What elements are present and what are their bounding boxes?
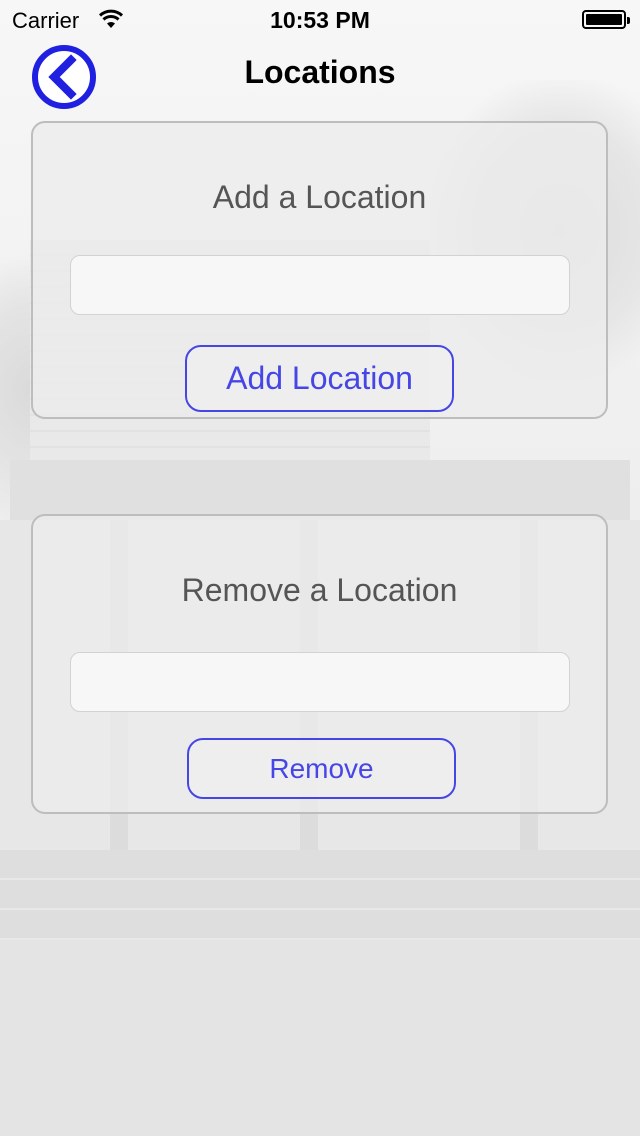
- add-location-input[interactable]: [70, 255, 570, 315]
- status-bar: Carrier 10:53 PM: [0, 0, 640, 40]
- page-title: Locations: [244, 54, 396, 90]
- add-location-heading: Add a Location: [212, 179, 427, 215]
- remove-location-heading: Remove a Location: [181, 572, 458, 608]
- remove-button[interactable]: Remove: [187, 738, 456, 799]
- clock: 10:53 PM: [270, 7, 370, 33]
- add-location-button[interactable]: Add Location: [185, 345, 454, 412]
- battery-icon: [582, 10, 630, 29]
- add-location-panel: Add a Location Add Location: [31, 121, 608, 419]
- navigation-bar: Locations: [0, 40, 640, 110]
- remove-location-panel: Remove a Location Remove: [31, 514, 608, 814]
- remove-location-input[interactable]: [70, 652, 570, 712]
